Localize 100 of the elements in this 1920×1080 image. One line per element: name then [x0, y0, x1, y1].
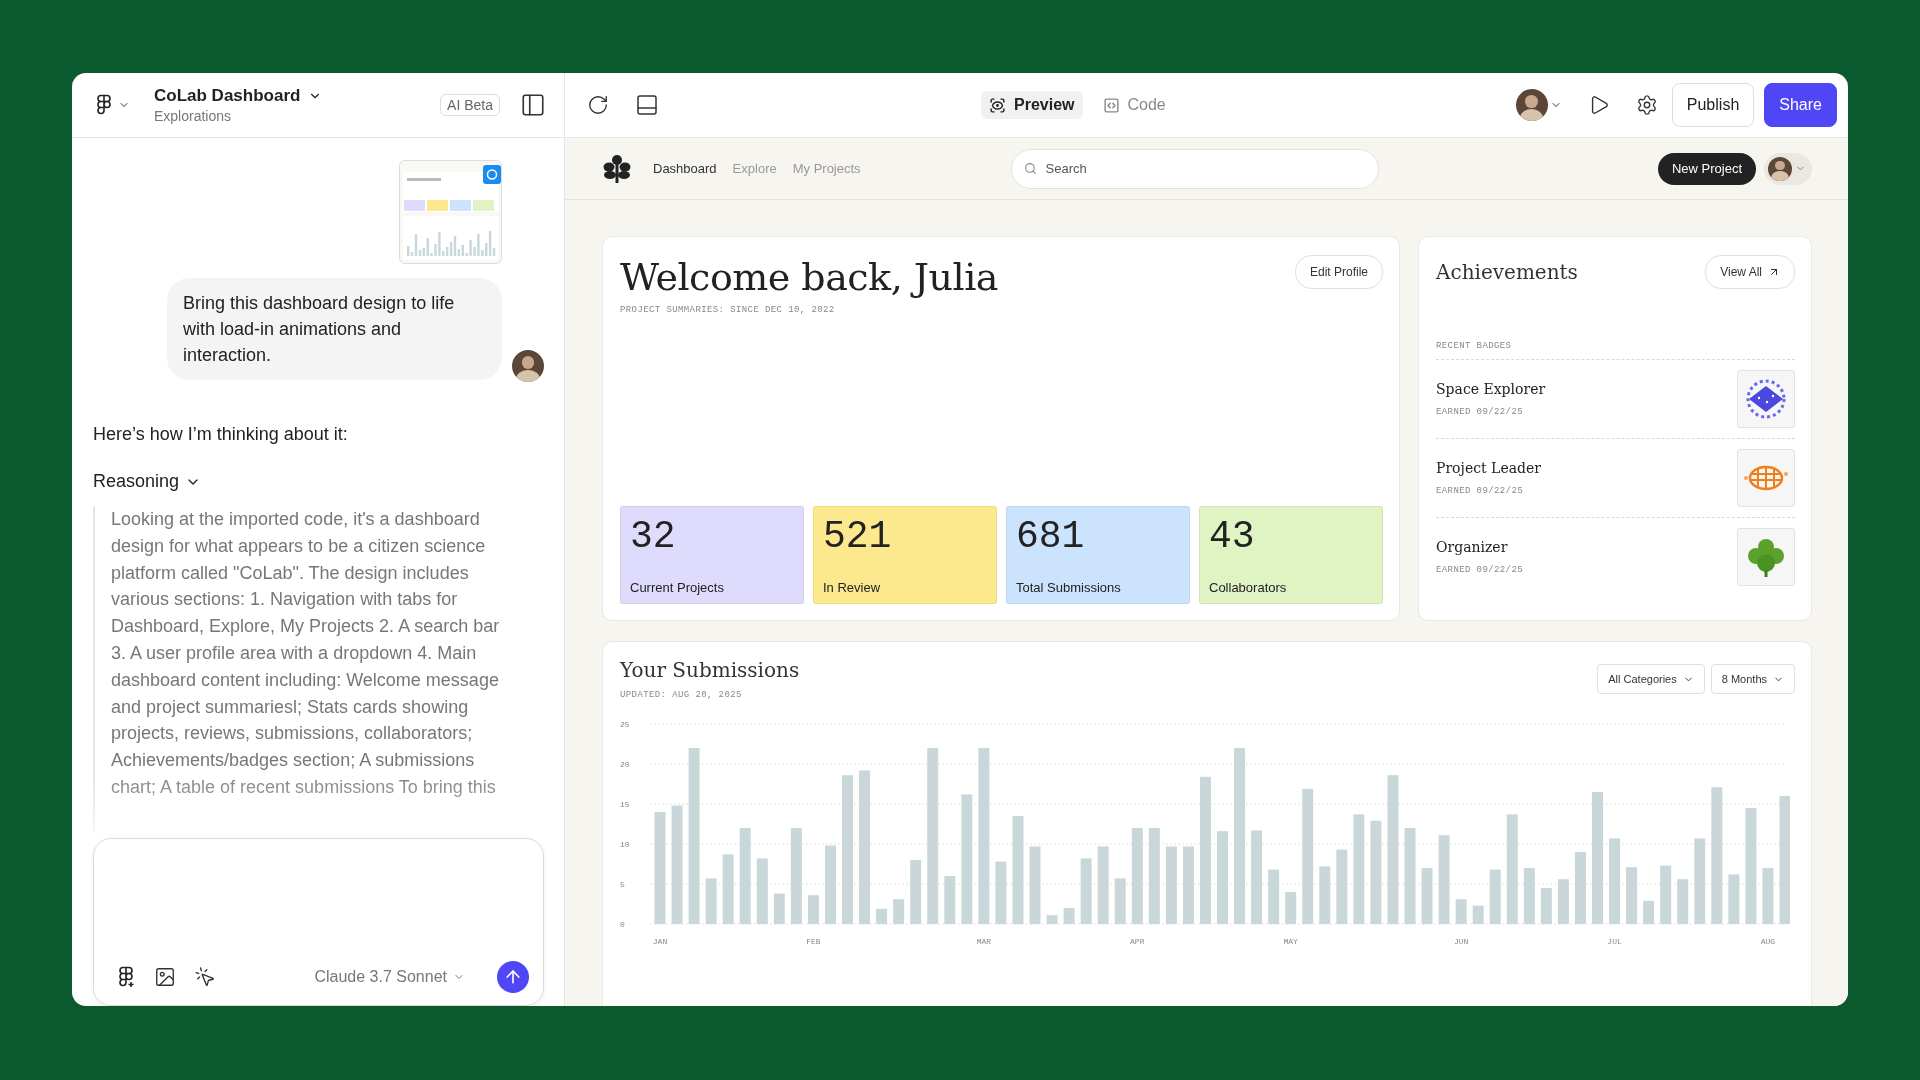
submissions-title: Your Submissions: [620, 658, 800, 682]
achievements-title: Achievements: [1436, 260, 1578, 284]
image-button[interactable]: [154, 966, 176, 988]
section-label: RECENT BADGES: [1436, 341, 1513, 351]
leaf-logo-icon: [603, 153, 631, 184]
edit-profile-button[interactable]: Edit Profile: [1294, 255, 1383, 289]
chart-bar: [1268, 869, 1280, 924]
figma-logo-icon: [116, 966, 136, 988]
profile-menu-button[interactable]: [1764, 152, 1812, 185]
chart-bar: [1046, 915, 1058, 924]
figma-add-button[interactable]: [116, 966, 136, 988]
x-axis-label: JUN: [1453, 937, 1469, 946]
earned-date: EARNED 09/22/25: [1436, 407, 1524, 417]
chart-bar: [1643, 900, 1655, 924]
chart-bar: [722, 854, 734, 924]
settings-button[interactable]: [1635, 94, 1658, 116]
stat-value: 521: [823, 515, 893, 558]
filter-dropdown[interactable]: 8 Months: [1710, 664, 1795, 694]
x-axis-label: FEB: [806, 937, 821, 946]
y-axis-label: 5: [620, 880, 625, 889]
summary-caption: PROJECT SUMMARIES: SINCE DEC 10, 2022: [620, 305, 836, 315]
badge-name: Project Leader: [1436, 460, 1541, 476]
badge-name: Space Explorer: [1436, 381, 1546, 397]
search-field[interactable]: Search: [1010, 148, 1379, 189]
chart-bar: [1472, 905, 1484, 924]
y-axis-label: 15: [620, 800, 630, 809]
chart-bar: [1557, 879, 1569, 924]
assistant-reply: Here’s how I’m thinking about it:: [93, 424, 349, 445]
badge-name: Organizer: [1436, 539, 1509, 555]
x-axis-label: JUL: [1607, 937, 1622, 946]
file-subtitle: Explorations: [154, 108, 233, 124]
chart-bar: [995, 861, 1007, 924]
y-axis-label: 10: [620, 840, 630, 849]
view-tab[interactable]: Code: [1094, 91, 1174, 119]
beta-badge: AI Beta: [440, 94, 500, 116]
stat-value: 681: [1016, 515, 1086, 558]
chart-bar: [1063, 908, 1075, 924]
earned-date: EARNED 09/22/25: [1436, 565, 1523, 575]
updated-caption: UPDATED: AUG 20, 2025: [620, 690, 743, 700]
chart-bar: [1114, 878, 1126, 924]
nav-link[interactable]: Dashboard: [653, 161, 717, 176]
reasoning-text: Looking at the imported code, it's a dashboard design for what appears to be a citizen science platform called "CoLab". The design includes various sections: 1. Navigation with tabs for Dashboard, Explore, My Projects 2. A search bar 3. A user profile area with a dropdown 4. Main dashboard content including: Welcome message and project summariesl; Stats cards showing projects, reviews, submissions, collaborators; Achievements/badges section; A submissions chart; A table of recent submissions To bring this: [93, 506, 544, 832]
chart-bar: [1489, 869, 1501, 924]
stat-label: Total Submissions: [1016, 580, 1122, 595]
stat-label: Collaborators: [1209, 580, 1288, 595]
chart-bar: [1574, 852, 1586, 924]
view-all-button[interactable]: View All: [1705, 255, 1795, 289]
message-composer[interactable]: Claude 3.7 Sonnet: [93, 838, 544, 1006]
chart-bar: [1626, 867, 1638, 924]
chart-bar: [756, 858, 768, 924]
x-axis-label: AUG: [1760, 937, 1776, 946]
chart-bar: [705, 878, 717, 924]
chart-bar: [1080, 858, 1092, 924]
chart-bar: [1455, 899, 1467, 924]
x-axis-label: JAN: [652, 937, 668, 946]
y-axis-label: 0: [620, 920, 625, 929]
eye-icon: [989, 96, 1007, 114]
account-menu-button[interactable]: [1515, 89, 1562, 121]
code-icon: [1102, 96, 1120, 114]
reasoning-toggle[interactable]: Reasoning: [93, 471, 202, 492]
chart-bar: [876, 908, 888, 924]
model-selector[interactable]: Claude 3.7 Sonnet: [314, 968, 465, 986]
x-axis-label: MAY: [1283, 937, 1298, 946]
refresh-button[interactable]: [587, 94, 609, 116]
chart-bar: [1540, 888, 1552, 924]
chart-bar: [1728, 874, 1740, 924]
stat-label: In Review: [823, 580, 882, 595]
stat-value: 43: [1209, 515, 1256, 558]
panel-bottom-button[interactable]: [635, 93, 659, 117]
chart-bar: [944, 876, 956, 924]
chart-bar: [1421, 868, 1433, 924]
pointer-button[interactable]: [194, 966, 216, 988]
chart-bar: [893, 899, 905, 924]
y-axis-label: 20: [620, 760, 630, 769]
x-axis-label: MAR: [976, 937, 992, 946]
figma-menu-button[interactable]: [94, 94, 130, 116]
chart-bar: [1677, 879, 1689, 924]
publish-button[interactable]: Publish: [1671, 83, 1755, 127]
user-message: Bring this dashboard design to life with load-in animations and interaction.: [167, 278, 502, 380]
stat-value: 32: [630, 515, 677, 558]
welcome-title: Welcome back, Julia: [620, 255, 998, 299]
filter-dropdown[interactable]: All Categories: [1597, 664, 1705, 694]
chart-bar: [807, 895, 819, 924]
y-axis-label: 25: [620, 720, 630, 729]
chart-bar: [1319, 866, 1331, 924]
new-project-button[interactable]: New Project: [1657, 152, 1756, 185]
figma-logo-icon: [94, 94, 114, 116]
stat-label: Current Projects: [630, 580, 725, 595]
earned-date: EARNED 09/22/25: [1436, 486, 1524, 496]
user-avatar: [512, 350, 544, 382]
share-button[interactable]: Share: [1764, 83, 1837, 127]
panel-toggle-button[interactable]: [520, 92, 546, 118]
arrow-up-right-icon: [1768, 266, 1780, 278]
x-axis-label: APR: [1130, 937, 1145, 946]
dashboard-thumbnail[interactable]: [399, 160, 502, 264]
send-button[interactable]: [497, 961, 529, 993]
search-icon: [1023, 161, 1037, 175]
file-title[interactable]: CoLab Dashboard: [154, 86, 431, 106]
chart-bar: [1523, 868, 1535, 924]
view-tab[interactable]: Preview: [981, 91, 1083, 119]
